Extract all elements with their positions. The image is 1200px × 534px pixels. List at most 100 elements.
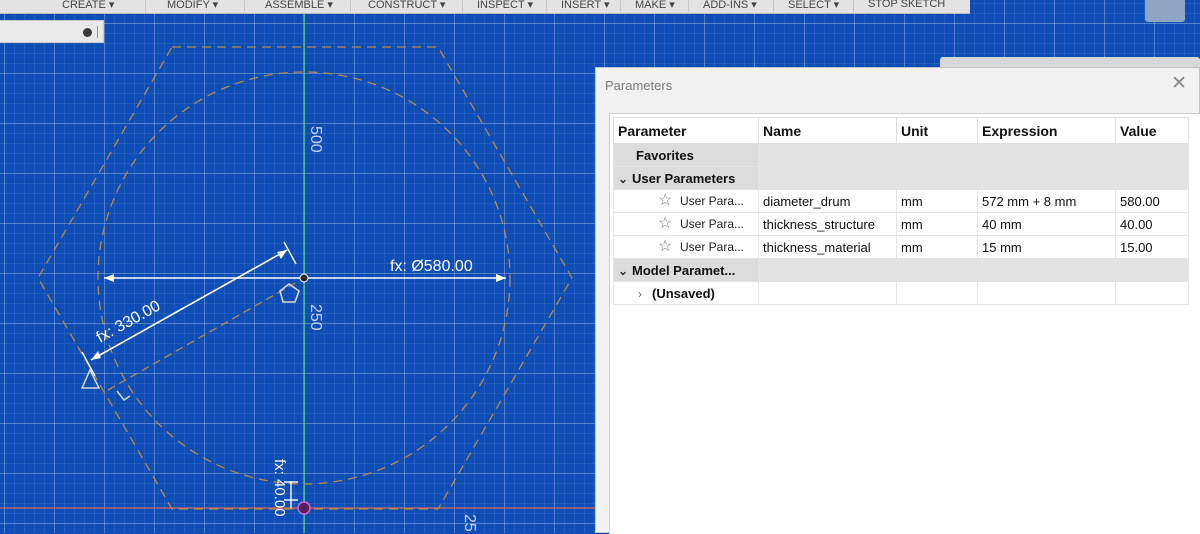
menu-construct[interactable]: CONSTRUCT ▾: [368, 0, 445, 12]
table-header-row: Parameter Name Unit Expression Value: [613, 117, 1189, 144]
bottom-dimension-label[interactable]: fx: 40.00: [271, 459, 288, 517]
group-row-model-parameters[interactable]: ⌄ Model Paramet...: [613, 258, 1189, 282]
angle-constraint-icon[interactable]: [116, 390, 131, 402]
star-icon[interactable]: ☆: [658, 193, 680, 209]
empty-cell: [977, 258, 1116, 282]
value-cell: 40.00: [1115, 212, 1189, 236]
menu-create[interactable]: CREATE ▾: [62, 0, 114, 12]
parameter-type: User Para...: [680, 217, 745, 231]
chevron-down-icon[interactable]: ⌄: [618, 172, 632, 186]
group-cell: ⌄ Model Paramet...: [613, 258, 759, 282]
toolbar-divider: [773, 0, 774, 12]
axis-label-500: 500: [307, 126, 324, 153]
group-row-user-parameters[interactable]: ⌄ User Parameters: [613, 166, 1189, 190]
unit-cell[interactable]: mm: [896, 189, 978, 213]
group-label: (Unsaved): [652, 285, 715, 301]
unit-cell[interactable]: mm: [896, 212, 978, 236]
empty-cell: [758, 143, 897, 167]
group-cell: › (Unsaved): [613, 281, 759, 305]
diagonal-extension-top: [283, 241, 297, 265]
name-cell[interactable]: thickness_material: [758, 235, 897, 259]
menu-make[interactable]: MAKE ▾: [635, 0, 675, 12]
empty-cell: [896, 258, 978, 282]
column-header-expression[interactable]: Expression: [977, 117, 1116, 144]
view-cube[interactable]: [1145, 0, 1185, 22]
chevron-down-icon[interactable]: ⌄: [618, 264, 632, 278]
chevron-right-icon[interactable]: ›: [638, 287, 652, 301]
empty-cell: [1115, 166, 1189, 190]
group-row-favorites[interactable]: Favorites: [613, 143, 1189, 167]
column-header-name[interactable]: Name: [758, 117, 897, 144]
table-row[interactable]: ☆ User Para... diameter_drum mm 572 mm + …: [613, 189, 1189, 213]
empty-cell: [977, 143, 1116, 167]
toolbar-divider: [244, 0, 245, 12]
value-cell: 580.00: [1115, 189, 1189, 213]
top-toolbar: CREATE ▾ MODIFY ▾ ASSEMBLE ▾ CONSTRUCT ▾…: [0, 0, 970, 14]
menu-select[interactable]: SELECT ▾: [788, 0, 839, 12]
parameter-cell: ☆ User Para...: [613, 235, 759, 259]
group-label: Favorites: [613, 143, 759, 167]
parameter-type: User Para...: [680, 240, 745, 254]
empty-cell: [896, 143, 978, 167]
expression-cell[interactable]: 572 mm + 8 mm: [977, 189, 1116, 213]
parameters-dialog: Parameters ✕ Parameter Name Unit Express…: [595, 67, 1200, 534]
resize-grip-icon[interactable]: [97, 26, 98, 38]
table-row[interactable]: ☆ User Para... thickness_structure mm 40 …: [613, 212, 1189, 236]
origin-point[interactable]: [297, 501, 311, 515]
diagonal-arrow-top: [277, 250, 287, 259]
empty-cell: [758, 281, 897, 305]
star-icon[interactable]: ☆: [658, 216, 680, 232]
axis-label-250: 250: [307, 304, 324, 331]
column-header-parameter[interactable]: Parameter: [613, 117, 759, 144]
name-cell[interactable]: diameter_drum: [758, 189, 897, 213]
diameter-arrow-left: [104, 274, 114, 282]
dialog-title: Parameters: [605, 78, 673, 93]
visibility-icon[interactable]: [83, 28, 92, 37]
toolbar-divider: [145, 0, 146, 12]
empty-cell: [977, 281, 1116, 305]
value-cell: 15.00: [1115, 235, 1189, 259]
parameters-table: Parameter Name Unit Expression Value Fav…: [613, 117, 1189, 305]
table-row[interactable]: ☆ User Para... thickness_material mm 15 m…: [613, 235, 1189, 259]
toolbar-divider: [462, 0, 463, 12]
column-header-unit[interactable]: Unit: [896, 117, 978, 144]
group-label: User Parameters: [632, 170, 736, 186]
empty-cell: [977, 166, 1116, 190]
diameter-arrow-right: [496, 274, 506, 282]
expression-cell[interactable]: 40 mm: [977, 212, 1116, 236]
group-cell: ⌄ User Parameters: [613, 166, 759, 190]
parameter-cell: ☆ User Para...: [613, 189, 759, 213]
empty-cell: [1115, 143, 1189, 167]
unit-cell[interactable]: mm: [896, 235, 978, 259]
parameter-cell: ☆ User Para...: [613, 212, 759, 236]
empty-cell: [1115, 258, 1189, 282]
star-icon[interactable]: ☆: [658, 239, 680, 255]
browser-panel-collapsed[interactable]: [0, 20, 104, 43]
menu-modify[interactable]: MODIFY ▾: [167, 0, 218, 12]
menu-inspect[interactable]: INSPECT ▾: [477, 0, 533, 12]
expression-cell[interactable]: 15 mm: [977, 235, 1116, 259]
stop-sketch-button[interactable]: STOP SKETCH: [868, 0, 945, 12]
column-header-value[interactable]: Value: [1115, 117, 1189, 144]
table-row-unsaved[interactable]: › (Unsaved): [613, 281, 1189, 305]
menu-assemble[interactable]: ASSEMBLE ▾: [265, 0, 333, 12]
toolbar-divider: [350, 0, 351, 12]
toolbar-divider: [853, 0, 854, 12]
diagonal-arrow-bottom: [91, 351, 101, 360]
axis-label-25: 25: [461, 514, 478, 532]
menu-insert[interactable]: INSERT ▾: [561, 0, 610, 12]
empty-cell: [758, 166, 897, 190]
empty-cell: [896, 281, 978, 305]
diameter-dimension-label[interactable]: fx: Ø580.00: [390, 258, 473, 275]
sketch-palette-tab[interactable]: [940, 57, 1200, 67]
center-point[interactable]: [299, 273, 309, 283]
name-cell[interactable]: thickness_structure: [758, 212, 897, 236]
close-icon[interactable]: ✕: [1171, 73, 1187, 95]
empty-cell: [896, 166, 978, 190]
toolbar-divider: [546, 0, 547, 12]
empty-cell: [758, 258, 897, 282]
parameter-type: User Para...: [680, 194, 745, 208]
toolbar-divider: [688, 0, 689, 12]
parameters-table-container: Parameter Name Unit Expression Value Fav…: [609, 113, 1200, 534]
menu-add-ins[interactable]: ADD-INS ▾: [703, 0, 757, 12]
